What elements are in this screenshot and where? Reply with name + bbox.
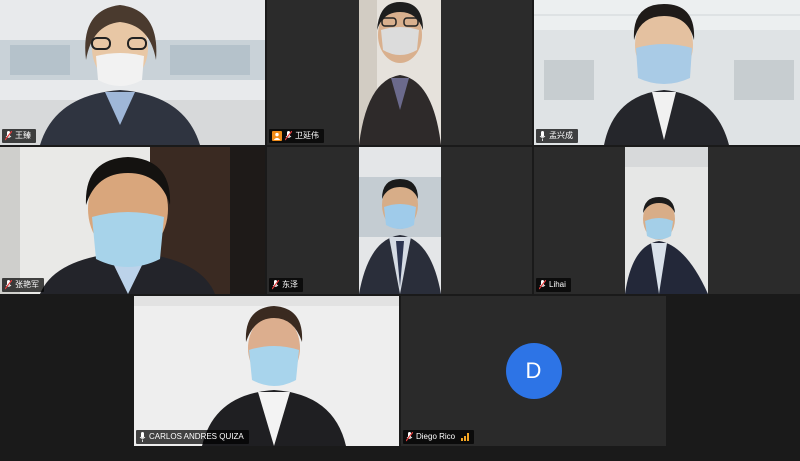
- participant-name: 卫延伟: [295, 131, 319, 140]
- participant-name: 东泽: [282, 280, 298, 289]
- participant-name-tag: Lihai: [536, 278, 571, 292]
- participant-avatar: D: [505, 343, 562, 399]
- video-tile-3[interactable]: 孟兴成: [534, 0, 800, 145]
- participant-video: [134, 296, 399, 446]
- video-tile-5[interactable]: 东泽: [267, 147, 532, 294]
- participant-name-tag: 卫延伟: [269, 129, 324, 143]
- mic-muted-icon: [5, 131, 12, 141]
- video-tile-8[interactable]: D Diego Rico: [401, 296, 666, 446]
- video-tile-1[interactable]: 王臻: [0, 0, 265, 145]
- video-tile-7[interactable]: CARLOS ANDRES QUIZA: [134, 296, 399, 446]
- user-badge-icon: [272, 131, 282, 141]
- video-tile-6[interactable]: Lihai: [534, 147, 800, 294]
- mic-icon: [539, 131, 546, 141]
- participant-name-tag: 王臻: [2, 129, 36, 143]
- participant-name-tag: 张艳军: [2, 278, 44, 292]
- video-tile-2[interactable]: 卫延伟: [267, 0, 532, 145]
- participant-video: [534, 147, 800, 294]
- participant-name-tag: Diego Rico: [403, 430, 475, 444]
- participant-video: [267, 0, 532, 145]
- participant-video: [534, 0, 800, 145]
- participant-name: 孟兴成: [549, 131, 573, 140]
- participant-video: [0, 147, 265, 294]
- mic-muted-icon: [285, 131, 292, 141]
- participant-video: [267, 147, 532, 294]
- video-tile-4[interactable]: 张艳军: [0, 147, 265, 294]
- participant-name: 张艳军: [15, 280, 39, 289]
- mic-muted-icon: [272, 280, 279, 290]
- participant-name: CARLOS ANDRES QUIZA: [149, 432, 244, 441]
- participant-name-tag: CARLOS ANDRES QUIZA: [136, 430, 249, 444]
- participant-name: Lihai: [549, 280, 566, 289]
- participant-name-tag: 东泽: [269, 278, 303, 292]
- mic-muted-icon: [406, 432, 413, 442]
- participant-name-tag: 孟兴成: [536, 129, 578, 143]
- participant-name: Diego Rico: [416, 432, 456, 441]
- mic-muted-icon: [539, 280, 546, 290]
- signal-icon: [461, 433, 470, 441]
- mic-muted-icon: [5, 280, 12, 290]
- participant-video: [0, 0, 265, 145]
- mic-icon: [139, 432, 146, 442]
- participant-name: 王臻: [15, 131, 31, 140]
